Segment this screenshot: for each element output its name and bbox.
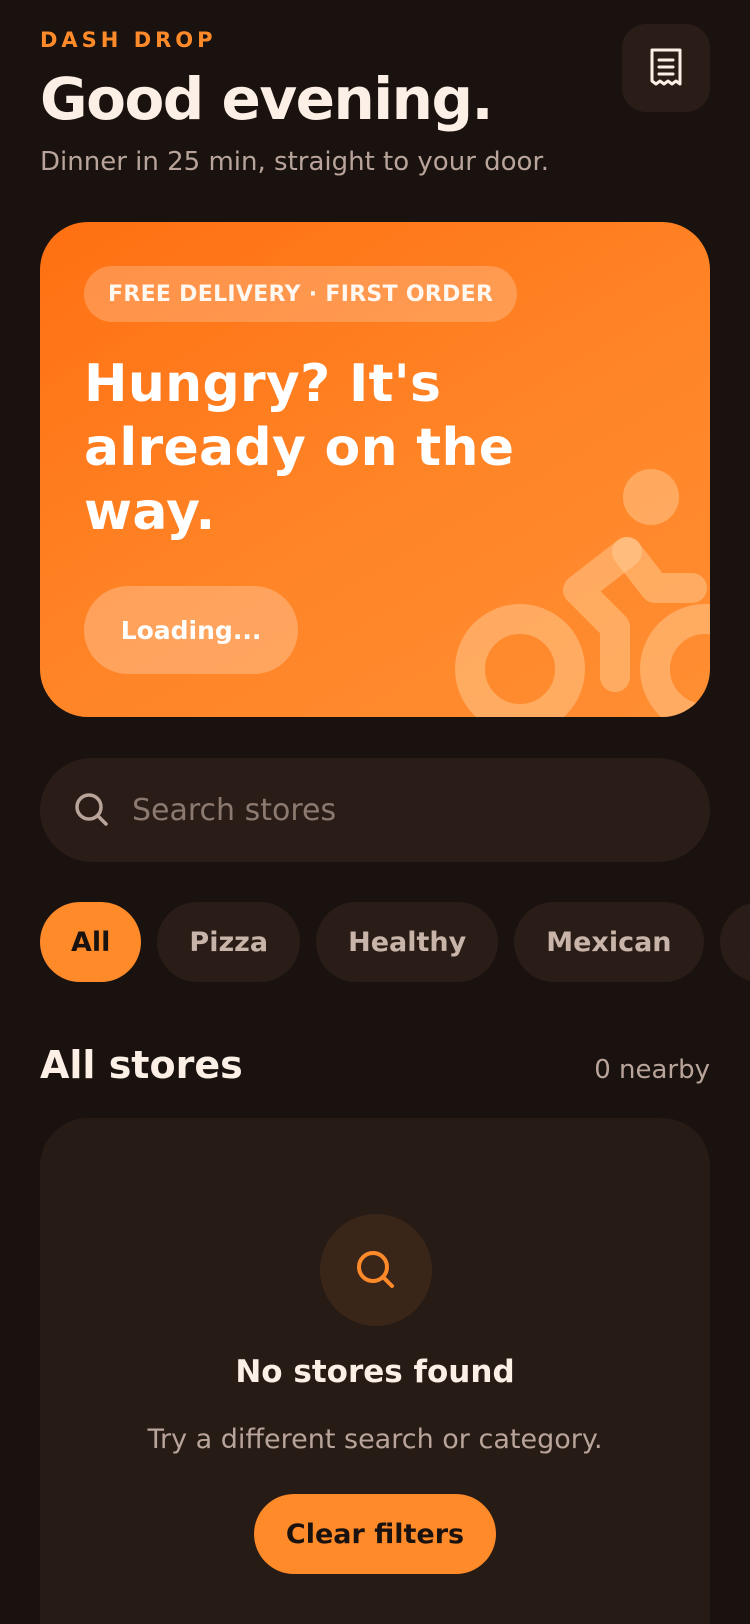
delivery-rider-icon bbox=[455, 469, 710, 717]
category-chip-pizza[interactable]: Pizza bbox=[157, 902, 301, 982]
brand-label: DASH DROP bbox=[40, 28, 217, 52]
category-filter-bar: AllPizzaHealthyMexican Japanese bbox=[40, 902, 750, 982]
category-chip-japanese[interactable]: Japanese bbox=[719, 902, 750, 982]
search-bar[interactable] bbox=[40, 758, 710, 862]
clear-filters-button[interactable]: Clear filters bbox=[254, 1494, 496, 1574]
empty-state-title: No stores found bbox=[235, 1354, 515, 1390]
empty-state-message: Try a different search or category. bbox=[147, 1424, 603, 1455]
search-icon bbox=[357, 1251, 394, 1288]
greeting-title: Good evening. bbox=[40, 65, 494, 133]
category-row: AllPizzaHealthyMexican Japanese bbox=[40, 902, 750, 982]
promo-cta-button[interactable]: Loading... bbox=[84, 586, 298, 674]
promo-banner[interactable]: FREE DELIVERY · FIRST ORDER Hungry? It's… bbox=[40, 222, 710, 717]
search-input[interactable] bbox=[132, 758, 672, 862]
promo-badge: FREE DELIVERY · FIRST ORDER bbox=[84, 266, 518, 322]
category-chip-all[interactable]: All bbox=[40, 902, 142, 982]
search-icon bbox=[75, 793, 108, 826]
store-count: 0 nearby bbox=[594, 1055, 710, 1085]
greeting-subtitle: Dinner in 25 min, straight to your door. bbox=[40, 147, 550, 177]
category-chip-mexican[interactable]: Mexican bbox=[514, 902, 704, 982]
section-title: All stores bbox=[40, 1043, 243, 1087]
home-screen: DASH DROP Good evening. Dinner in 25 min… bbox=[0, 0, 750, 1624]
empty-state-card: No stores found Try a different search o… bbox=[40, 1118, 710, 1624]
receipt-icon bbox=[650, 48, 682, 86]
empty-state-icon-circle bbox=[320, 1214, 432, 1326]
orders-button[interactable] bbox=[622, 24, 710, 112]
category-chip-healthy[interactable]: Healthy bbox=[316, 902, 499, 982]
